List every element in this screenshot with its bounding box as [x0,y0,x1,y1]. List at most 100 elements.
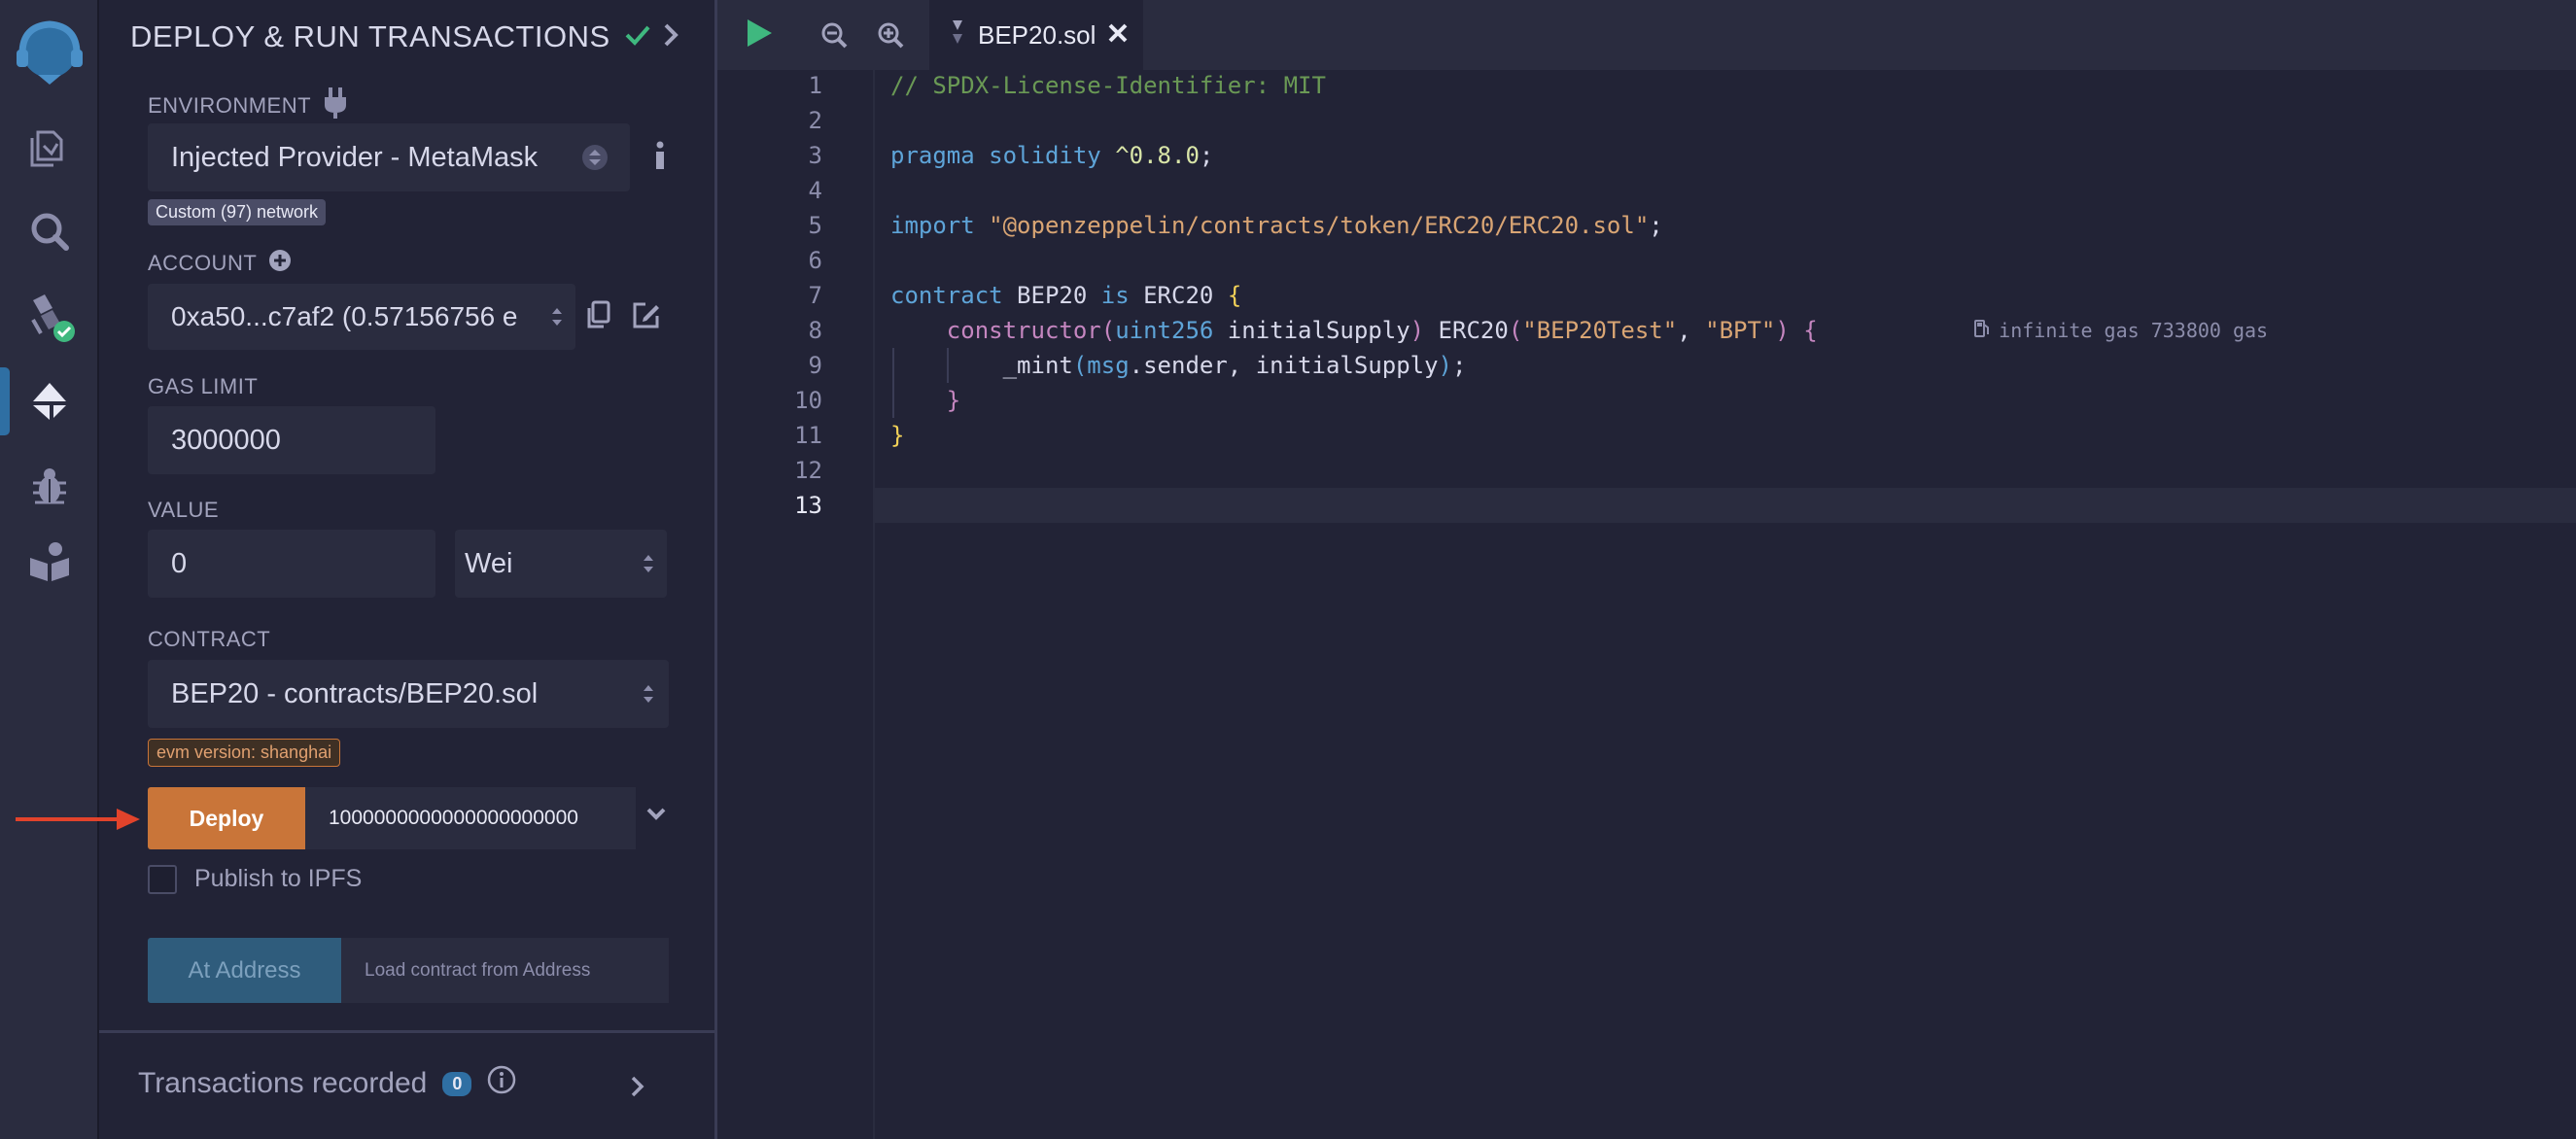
deploy-button[interactable]: Deploy [148,787,305,849]
code-identifier: initialSupply [1213,317,1410,344]
line-number: 10 [794,387,822,414]
account-value: 0xa50...c7af2 (0.57156756 e [171,301,518,331]
line-number: 8 [808,317,822,344]
panel-title: DEPLOY & RUN TRANSACTIONS [130,19,610,53]
code-brace: { [1789,317,1818,344]
tab-bep20-sol[interactable]: BEP20.sol [929,0,1143,70]
code-punct: ; [1199,142,1214,169]
environment-select[interactable]: Injected Provider - MetaMask [148,123,630,191]
learneth-icon[interactable] [0,523,99,601]
line-number: 1 [808,72,822,99]
deploy-run-icon[interactable] [0,362,99,440]
line-number: 4 [808,177,822,204]
select-arrows-icon [581,144,609,171]
evm-version-badge: evm version: shanghai [148,739,341,767]
line-number: 2 [808,107,822,134]
zoom-in-icon[interactable] [877,21,904,53]
select-arrows-icon [642,681,655,707]
panel-header: DEPLOY & RUN TRANSACTIONS [130,16,651,58]
line-number: 12 [794,457,822,484]
editor-area: BEP20.sol 1 2 3 4 5 6 7 8 9 10 11 12 13 … [717,0,2576,1139]
gas-limit-input[interactable]: 3000000 [148,406,435,474]
transactions-recorded[interactable]: Transactions recorded 0 [138,1065,516,1102]
gas-estimate-text: infinite gas 733800 gas [1999,319,2269,342]
code-punct: ; [1649,212,1663,239]
code-line-9[interactable]: _mint(msg .sender, initialSupply); [875,348,2576,383]
select-arrows-icon [642,551,655,576]
code-line-3[interactable]: pragma solidity ^0.8.0; [875,138,2576,173]
code-comment: // SPDX-License-Identifier: MIT [890,72,1326,99]
code-paren: ) [1775,317,1790,344]
value-label: VALUE [148,498,220,522]
code-global: msg [1087,352,1130,379]
copy-icon[interactable] [585,300,612,334]
zoom-out-icon[interactable] [820,21,848,53]
plus-circle-icon[interactable] [268,249,292,278]
code-brace: } [890,422,905,449]
code-paren: ( [1100,317,1116,344]
code-line-8[interactable]: constructor(uint256 initialSupply) ERC20… [875,313,2576,348]
at-address-input[interactable]: Load contract from Address [341,938,669,1003]
account-label: ACCOUNT [148,251,258,275]
plug-icon [323,87,348,124]
value-input[interactable]: 0 [148,530,435,598]
code-punct: , [1677,317,1706,344]
search-icon[interactable] [0,192,99,270]
code-line-13-current[interactable] [875,488,2576,523]
line-number: 6 [808,247,822,274]
code-paren: ( [1072,352,1088,379]
line-number: 11 [794,422,822,449]
chevron-right-icon[interactable] [661,21,680,53]
indent-guide [892,383,894,418]
line-number-current: 13 [794,492,822,519]
contract-label: CONTRACT [148,627,271,651]
tab-label: BEP20.sol [978,19,1097,50]
environment-label: ENVIRONMENT [148,93,312,118]
code-line-1[interactable]: // SPDX-License-Identifier: MIT [875,68,2576,103]
transactions-label: Transactions recorded [138,1067,428,1099]
network-badge: Custom (97) network [148,199,327,225]
code-line-7[interactable]: contract BEP20 is ERC20 { [875,278,2576,313]
environment-label-row: ENVIRONMENT [148,87,348,124]
code-line-10[interactable]: } [875,383,2576,418]
check-icon [624,19,651,54]
code-identifier: .sender, initialSupply [1129,352,1439,379]
info-circle-icon[interactable] [487,1065,516,1102]
account-select[interactable]: 0xa50...c7af2 (0.57156756 e [148,284,575,350]
at-address-button[interactable]: At Address [148,938,341,1003]
editor-tabbar: BEP20.sol [717,0,2576,70]
code-version: ^0.8.0 [1100,142,1200,169]
code-keyword: pragma solidity [890,142,1101,169]
section-divider [99,1030,717,1033]
publish-ipfs-label: Publish to IPFS [194,865,363,892]
close-icon[interactable] [1107,20,1129,51]
transactions-expand-icon[interactable] [630,1075,645,1103]
value-unit-select[interactable]: Wei [455,530,667,598]
chevron-down-icon[interactable] [645,807,667,827]
code-brace: } [946,387,961,414]
code-line-11[interactable]: } [875,418,2576,453]
solidity-compiler-icon[interactable] [0,278,99,356]
indent-guide [892,348,894,383]
contract-select[interactable]: BEP20 - contracts/BEP20.sol [148,660,669,728]
environment-value: Injected Provider - MetaMask [171,141,539,173]
debugger-icon[interactable] [0,447,99,525]
select-arrows-icon [550,304,564,329]
remix-logo-icon[interactable] [0,12,99,89]
code-paren: ) [1410,317,1425,344]
line-number: 7 [808,282,822,309]
code-string: "BPT" [1705,317,1776,344]
code-keyword: import [890,212,975,239]
info-icon[interactable] [653,141,667,177]
play-icon[interactable] [745,17,774,53]
file-explorer-icon[interactable] [0,107,99,185]
code-paren: ( [1508,317,1523,344]
code-string: "BEP20Test" [1522,317,1678,344]
transactions-count: 0 [442,1071,472,1096]
publish-ipfs-checkbox[interactable] [148,865,177,894]
constructor-args-input[interactable]: 1000000000000000000000 [305,787,636,849]
value-unit: Wei [465,547,513,579]
edit-icon[interactable] [632,300,661,334]
code-line-5[interactable]: import "@openzeppelin/contracts/token/ER… [875,208,2576,243]
